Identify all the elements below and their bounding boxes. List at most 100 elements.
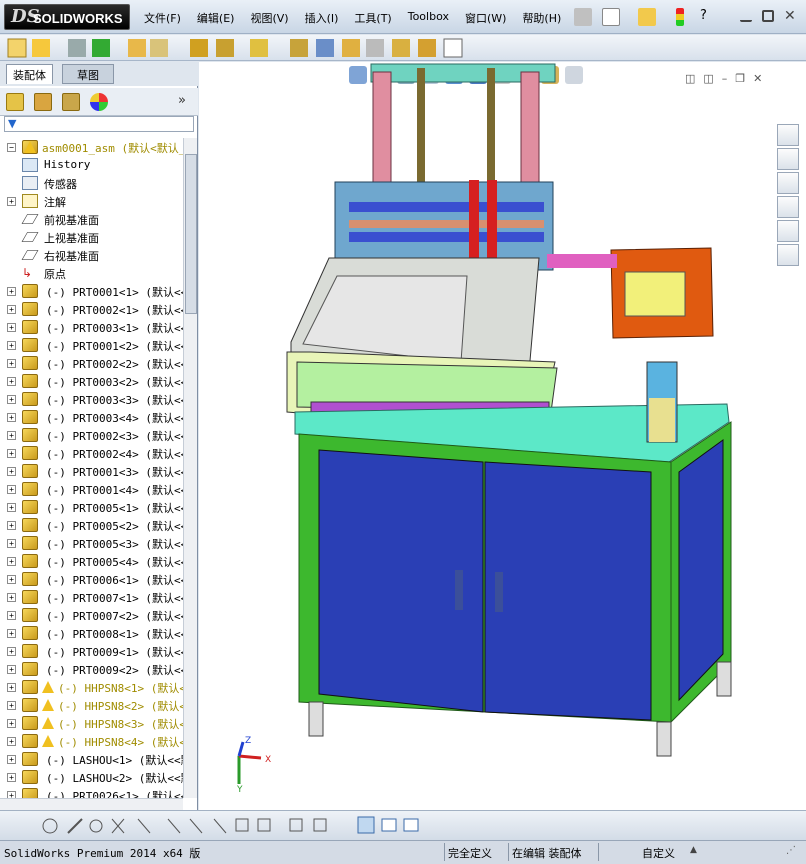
appearances-icon[interactable] <box>777 220 799 242</box>
expand-toggle-icon[interactable]: + <box>7 197 16 206</box>
traffic-light-icon[interactable] <box>676 8 684 26</box>
custom-properties-icon[interactable] <box>777 244 799 266</box>
expand-toggle-icon[interactable]: + <box>7 341 16 350</box>
expand-toggle-icon[interactable]: + <box>7 665 16 674</box>
expand-toggle-icon[interactable]: + <box>7 413 16 422</box>
expand-toggle-icon[interactable]: + <box>7 485 16 494</box>
expand-toggle-icon[interactable]: + <box>7 593 16 602</box>
menu-item-6[interactable]: 窗口(W) <box>465 10 506 26</box>
view-palette-icon[interactable] <box>777 196 799 218</box>
tree-item[interactable]: + (-) PRT0001<4> (默认<<默 <box>0 480 183 498</box>
expand-toggle-icon[interactable]: + <box>7 647 16 656</box>
tree-item[interactable]: ↳ 原点 <box>0 264 183 282</box>
open-folder-icon[interactable] <box>638 8 656 26</box>
expand-toggle-icon[interactable]: + <box>7 719 16 728</box>
menu-item-3[interactable]: 插入(I) <box>305 10 339 26</box>
menu-item-7[interactable]: 帮助(H) <box>522 10 561 26</box>
maximize-button[interactable] <box>762 10 774 22</box>
tree-item[interactable]: + (-) HHPSN8<1> (默认< <box>0 678 183 696</box>
design-library-icon[interactable] <box>777 148 799 170</box>
tree-item[interactable]: + (-) HHPSN8<4> (默认< <box>0 732 183 750</box>
tree-item[interactable]: + (-) PRT0002<1> (默认<<默 <box>0 300 183 318</box>
tree-item[interactable]: + (-) PRT0005<2> (默认<<默 <box>0 516 183 534</box>
tree-item[interactable]: + (-) PRT0001<1> (默认<<默 <box>0 282 183 300</box>
new-document-icon[interactable] <box>602 8 620 26</box>
tree-item[interactable]: + (-) PRT0005<4> (默认<<默 <box>0 552 183 570</box>
tree-item[interactable]: + (-) PRT0001<2> (默认<<默 <box>0 336 183 354</box>
expand-toggle-icon[interactable]: + <box>7 575 16 584</box>
tree-item[interactable]: + (-) PRT0003<3> (默认<<默 <box>0 390 183 408</box>
tree-item[interactable]: + (-) PRT0002<4> (默认<<默 <box>0 444 183 462</box>
expand-toggle-icon[interactable]: + <box>7 611 16 620</box>
tree-filter[interactable]: ▼ <box>4 116 194 132</box>
expand-toggle-icon[interactable]: + <box>7 557 16 566</box>
expand-toggle-icon[interactable]: + <box>7 503 16 512</box>
tree-item[interactable]: + (-) PRT0002<3> (默认<<默 <box>0 426 183 444</box>
file-explorer-icon[interactable] <box>777 172 799 194</box>
expand-toggle-icon[interactable]: + <box>7 701 16 710</box>
tree-item[interactable]: 前视基准面 <box>0 210 183 228</box>
appearance-manager-icon[interactable] <box>90 93 108 111</box>
tree-item[interactable]: + (-) PRT0005<3> (默认<<默 <box>0 534 183 552</box>
tree-item[interactable]: + (-) PRT0026<1> (默认<<默 <box>0 786 183 798</box>
minimize-button[interactable] <box>740 10 752 22</box>
units-dropdown-icon[interactable]: ▲ <box>690 845 697 855</box>
expand-toggle-icon[interactable]: + <box>7 377 16 386</box>
expand-toggle-icon[interactable]: + <box>7 449 16 458</box>
expand-toggle-icon[interactable]: + <box>7 395 16 404</box>
tree-item[interactable]: 右视基准面 <box>0 246 183 264</box>
menu-item-5[interactable]: Toolbox <box>408 10 449 26</box>
configuration-manager-icon[interactable] <box>62 93 80 111</box>
graphics-area[interactable]: ◫◫–❐✕ X Y Z <box>199 62 806 810</box>
tab-sketch[interactable]: 草图 <box>62 64 114 84</box>
tree-item[interactable]: + (-) HHPSN8<2> (默认< <box>0 696 183 714</box>
expand-toggle-icon[interactable]: + <box>7 521 16 530</box>
sketch-tools[interactable] <box>0 811 430 841</box>
expand-toggle-icon[interactable]: + <box>7 773 16 782</box>
tree-item[interactable]: + (-) PRT0007<1> (默认<<默 <box>0 588 183 606</box>
tree-item[interactable]: 上视基准面 <box>0 228 183 246</box>
tree-item[interactable]: + (-) PRT0009<1> (默认<<默 <box>0 642 183 660</box>
tree-item[interactable]: + (-) LASHOU<2> (默认<<默 <box>0 768 183 786</box>
tree-item[interactable]: + (-) PRT0007<2> (默认<<默 <box>0 606 183 624</box>
resize-grip-icon[interactable]: ⋰ <box>786 845 796 856</box>
property-manager-icon[interactable] <box>34 93 52 111</box>
expand-chevron-icon[interactable]: » <box>178 93 196 111</box>
tree-item[interactable]: + (-) PRT0001<3> (默认<<默 <box>0 462 183 480</box>
scrollbar-thumb[interactable] <box>185 154 197 314</box>
tree-vertical-scrollbar[interactable] <box>183 138 197 798</box>
menu-item-2[interactable]: 视图(V) <box>250 10 288 26</box>
expand-toggle-icon[interactable]: + <box>7 431 16 440</box>
tree-item[interactable]: + 注解 <box>0 192 183 210</box>
expand-toggle-icon[interactable]: + <box>7 467 16 476</box>
tree-item[interactable]: 传感器 <box>0 174 183 192</box>
expand-toggle-icon[interactable]: + <box>7 791 16 798</box>
close-button[interactable]: ✕ <box>784 8 802 26</box>
tree-item[interactable]: + (-) PRT0003<4> (默认<<默 <box>0 408 183 426</box>
tree-item[interactable]: + (-) PRT0009<2> (默认<<默 <box>0 660 183 678</box>
tree-item[interactable]: + (-) PRT0003<2> (默认<<默 <box>0 372 183 390</box>
expand-toggle-icon[interactable]: + <box>7 323 16 332</box>
tree-item[interactable]: + (-) HHPSN8<3> (默认< <box>0 714 183 732</box>
expand-toggle-icon[interactable]: + <box>7 287 16 296</box>
tree-item[interactable]: + (-) PRT0005<1> (默认<<默 <box>0 498 183 516</box>
tree-item[interactable]: + (-) LASHOU<1> (默认<<默 <box>0 750 183 768</box>
expand-toggle-icon[interactable]: + <box>7 359 16 368</box>
feature-manager-icon[interactable] <box>6 93 24 111</box>
tree-item[interactable]: + (-) PRT0006<1> (默认<<默 <box>0 570 183 588</box>
expand-toggle-icon[interactable]: + <box>7 683 16 692</box>
command-toolbar-icons[interactable] <box>0 35 470 61</box>
funnel-icon[interactable]: ▼ <box>8 117 16 130</box>
menu-item-1[interactable]: 编辑(E) <box>197 10 235 26</box>
expand-toggle-icon[interactable]: + <box>7 305 16 314</box>
expand-toggle-icon[interactable]: + <box>7 539 16 548</box>
expand-toggle-icon[interactable]: + <box>7 629 16 638</box>
tree-item[interactable]: History <box>0 156 183 174</box>
tree-item[interactable]: + (-) PRT0003<1> (默认<<默 <box>0 318 183 336</box>
tree-item[interactable]: + (-) PRT0008<1> (默认<<默 <box>0 624 183 642</box>
tab-assembly[interactable]: 装配体 <box>6 64 53 84</box>
pin-icon[interactable] <box>574 8 592 26</box>
tree-horizontal-scrollbar[interactable] <box>0 798 183 810</box>
help-icon[interactable]: ? <box>700 8 718 26</box>
solidworks-logo[interactable]: DS SOLIDWORKS <box>4 4 130 30</box>
